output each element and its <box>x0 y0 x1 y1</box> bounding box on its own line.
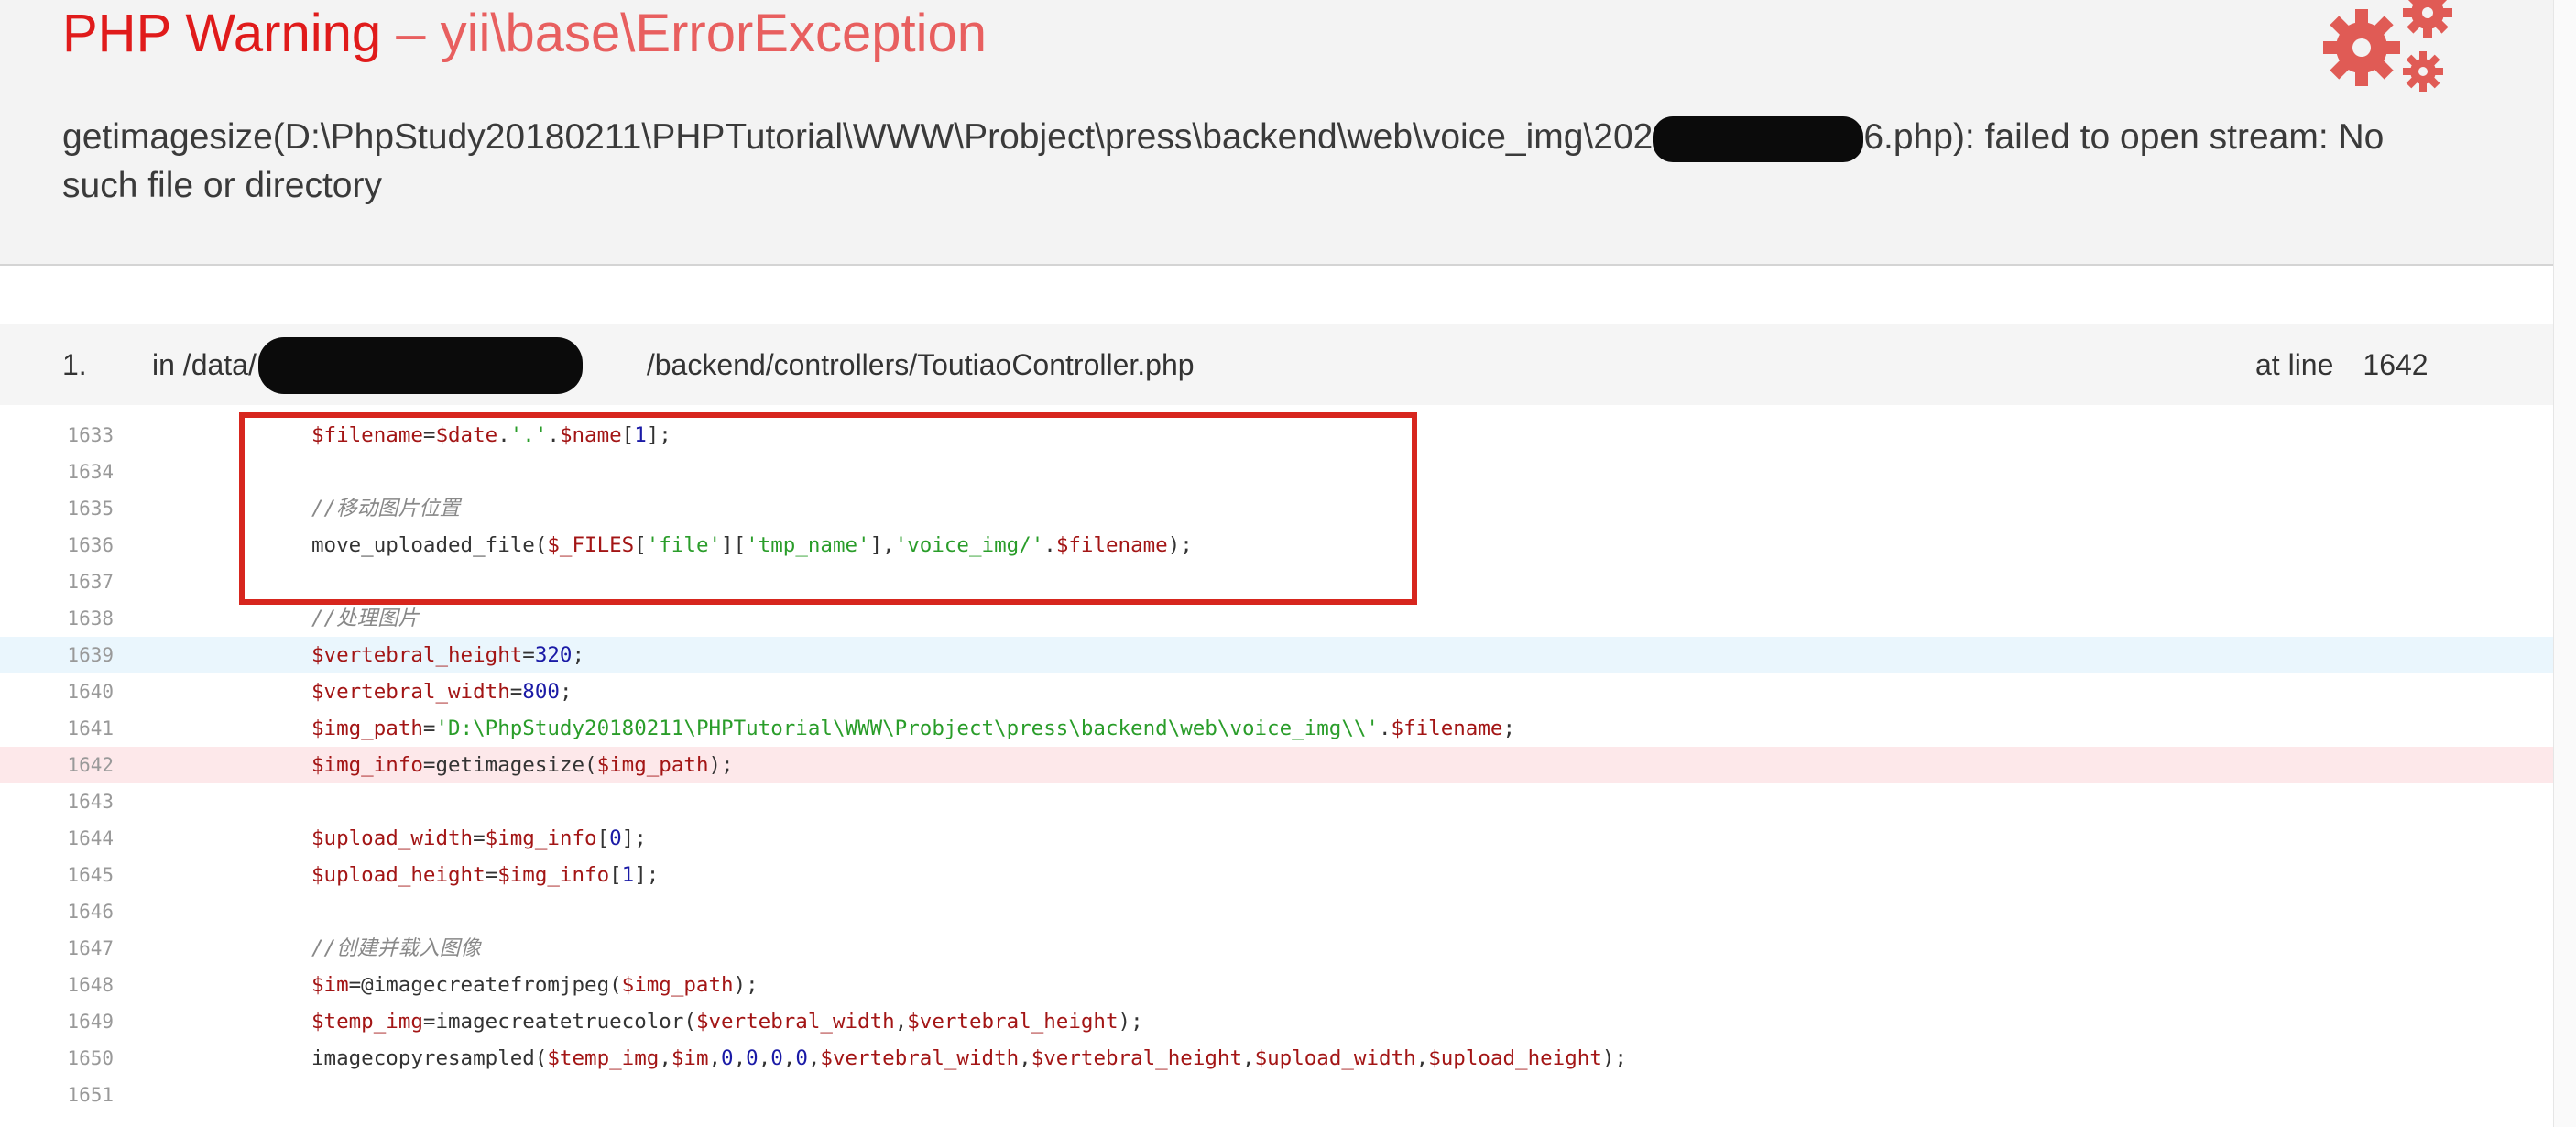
code-line-hover: 1639 $vertebral_height=320; <box>0 637 2554 673</box>
code-line: 1643 <box>0 783 2554 820</box>
code-text: $vertebral_height=320; <box>311 643 585 667</box>
line-number: 1635 <box>67 498 114 520</box>
at-line-label: at line <box>2255 348 2334 381</box>
code-text: $upload_height=$img_info[1]; <box>311 863 660 887</box>
line-number: 1633 <box>67 424 114 446</box>
code-text: $img_info=getimagesize($img_path); <box>311 753 734 777</box>
redaction-mark <box>1653 115 1864 162</box>
exception-class: – yii\base\ErrorException <box>381 4 988 63</box>
code-line: 1650 imagecopyresampled($temp_img,$im,0,0… <box>0 1040 2554 1077</box>
error-message: getimagesize(D:\PhpStudy20180211\PHPTuto… <box>62 114 2444 210</box>
code-line: 1649 $temp_img=imagecreatetruecolor($vert… <box>0 1003 2554 1040</box>
line-number: 1637 <box>67 571 114 593</box>
code-line: 1644 $upload_width=$img_info[0]; <box>0 820 2554 857</box>
code-line: 1651 <box>0 1077 2554 1113</box>
line-number: 1649 <box>67 1011 114 1033</box>
frame-number: 1. <box>62 348 87 381</box>
line-number: 1651 <box>67 1084 114 1106</box>
code-line: 1640 $vertebral_width=800; <box>0 673 2554 710</box>
code-line: 1638 //处理图片 <box>0 600 2554 637</box>
code-line: 1641 $img_path='D:\PhpStudy20180211\PHPTu… <box>0 710 2554 747</box>
line-number: 1642 <box>67 754 114 776</box>
code-comment: //处理图片 <box>311 607 420 630</box>
code-line: 1647 //创建并载入图像 <box>0 930 2554 967</box>
line-number: 1650 <box>67 1047 114 1069</box>
line-number: 1640 <box>67 681 114 703</box>
line-number: 1647 <box>67 937 114 959</box>
error-line-number: 1642 <box>2363 348 2429 381</box>
error-header: PHP Warning – yii\base\ErrorException ge… <box>0 0 2554 266</box>
code-text: $upload_width=$img_info[0]; <box>311 826 647 850</box>
code-line: 1648 $im=@imagecreatefromjpeg($img_path); <box>0 967 2554 1003</box>
gears-icon <box>2323 0 2452 92</box>
error-type: PHP Warning <box>62 4 382 63</box>
call-stack-frame-header[interactable]: 1. in /data/ /backend/controllers/Toutiao… <box>0 324 2554 405</box>
code-line: 1646 <box>0 893 2554 930</box>
page-scrollbar[interactable] <box>2553 0 2576 1127</box>
file-path-suffix: /backend/controllers/ToutiaoController.p… <box>646 348 1195 381</box>
code-text: $vertebral_width=800; <box>311 680 573 704</box>
code-line: 1645 $upload_height=$img_info[1]; <box>0 857 2554 893</box>
code-comment: //创建并载入图像 <box>311 936 481 960</box>
frame-line-info: at line 1642 <box>2255 324 2429 405</box>
line-number: 1643 <box>67 791 114 813</box>
line-number: 1636 <box>67 534 114 556</box>
line-number: 1644 <box>67 827 114 849</box>
line-number: 1641 <box>67 717 114 739</box>
error-message-part-1: getimagesize(D:\PhpStudy20180211\PHPTuto… <box>62 117 1654 157</box>
line-number: 1646 <box>67 901 114 923</box>
code-text: $temp_img=imagecreatetruecolor($vertebra… <box>311 1010 1143 1034</box>
code-text: $im=@imagecreatefromjpeg($img_path); <box>311 973 759 997</box>
line-number: 1639 <box>67 644 114 666</box>
file-path-prefix: in /data/ <box>152 348 257 381</box>
redaction-mark <box>258 337 583 394</box>
error-code-line: 1642 $img_info=getimagesize($img_path); <box>0 747 2554 783</box>
error-title: PHP Warning – yii\base\ErrorException <box>62 2 987 66</box>
line-number: 1638 <box>67 607 114 629</box>
code-text: imagecopyresampled($temp_img,$im,0,0,0,0… <box>311 1046 1627 1070</box>
line-number: 1648 <box>67 974 114 996</box>
code-text: $img_path='D:\PhpStudy20180211\PHPTutori… <box>311 717 1515 740</box>
line-number: 1634 <box>67 461 114 483</box>
line-number: 1645 <box>67 864 114 886</box>
annotation-highlight-box <box>239 412 1417 605</box>
